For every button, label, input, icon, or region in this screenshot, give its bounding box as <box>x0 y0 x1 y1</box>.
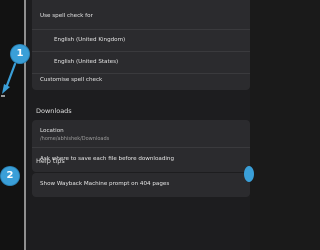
annotation-arrow <box>2 62 17 94</box>
annotation-badge-1: 1 <box>11 45 29 63</box>
annotation-badge-2: 2 <box>1 167 19 185</box>
annotation-edge-marker <box>244 166 254 182</box>
settings-window: Use spell check for English (United King… <box>0 0 254 250</box>
